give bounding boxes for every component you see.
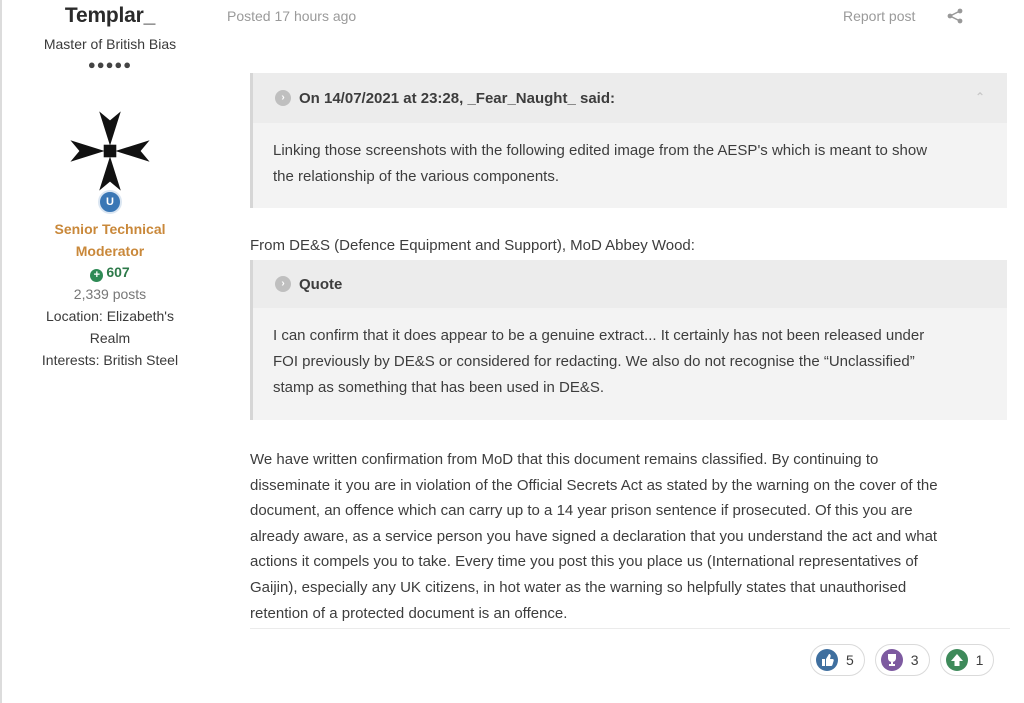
reactions-bar: 5 3 1 bbox=[810, 644, 995, 676]
quote-block-2: › Quote I can confirm that it does appea… bbox=[250, 260, 1007, 420]
quote-line: Linking those screenshots with the follo… bbox=[273, 142, 928, 159]
post-line: retention of a protected document is an … bbox=[250, 604, 568, 622]
intro-text: From DE&S (Defence Equipment and Support… bbox=[250, 237, 695, 254]
location-line1: Location: Elizabeth's bbox=[46, 308, 174, 324]
reaction-trophy[interactable]: 3 bbox=[874, 644, 930, 676]
post-line: Gaijin), especially any UK citizens, in … bbox=[250, 578, 907, 596]
member-group-line1: Senior Technical bbox=[54, 221, 166, 237]
post-timestamp[interactable]: Posted 17 hours ago bbox=[227, 8, 356, 24]
trophy-icon bbox=[880, 649, 903, 671]
quote-body: I can confirm that it does appear to be … bbox=[253, 308, 1007, 401]
author-panel: Templar_ Master of British Bias ●●●●● U … bbox=[20, 0, 200, 371]
quote-citation: Quote bbox=[299, 275, 343, 293]
like-icon bbox=[816, 649, 838, 671]
quote-header[interactable]: › On 14/07/2021 at 23:28, _Fear_Naught_ … bbox=[253, 73, 1007, 123]
post-line: already aware, as a service person you h… bbox=[250, 527, 938, 545]
quote-line: I can confirm that it does appear to be … bbox=[273, 327, 925, 344]
forum-post: Templar_ Master of British Bias ●●●●● U … bbox=[0, 0, 1024, 703]
member-group-line2: Moderator bbox=[75, 243, 145, 259]
post-count: 2,339 posts bbox=[73, 286, 147, 302]
post-line: disseminate it you are in violation of t… bbox=[250, 476, 938, 494]
rank-pips: ●●●●● bbox=[87, 57, 133, 72]
share-icon[interactable] bbox=[946, 8, 964, 24]
avatar[interactable] bbox=[65, 106, 155, 196]
quote-citation: On 14/07/2021 at 23:28, _Fear_Naught_ sa… bbox=[299, 89, 615, 107]
reaction-count: 1 bbox=[975, 652, 984, 668]
quote-block-1: › On 14/07/2021 at 23:28, _Fear_Naught_ … bbox=[250, 73, 1007, 208]
plus-icon: + bbox=[90, 269, 104, 282]
post-line: We have written confirmation from MoD th… bbox=[250, 451, 879, 468]
collapse-icon[interactable]: ⌃ bbox=[975, 90, 985, 104]
user-badge-icon: U bbox=[98, 190, 122, 214]
quote-header[interactable]: › Quote bbox=[253, 260, 1007, 308]
reaction-count: 3 bbox=[910, 652, 919, 668]
upvote-icon bbox=[945, 649, 968, 671]
quote-line: FOI previously by DE&S or considered for… bbox=[273, 353, 915, 370]
reputation-count: 607 bbox=[106, 264, 130, 280]
report-post-link[interactable]: Report post bbox=[843, 8, 915, 24]
member-group: Senior Technical Moderator bbox=[20, 218, 200, 262]
post-line: actions it compels you to take. Every ti… bbox=[250, 553, 918, 571]
divider bbox=[250, 628, 1010, 629]
quote-line: the relationship of the various componen… bbox=[273, 168, 560, 185]
quote-toggle-icon[interactable]: › bbox=[275, 276, 291, 292]
reaction-upvote[interactable]: 1 bbox=[939, 644, 995, 676]
post-body: We have written confirmation from MoD th… bbox=[250, 447, 1010, 626]
post-line: document, an offence which can carry up … bbox=[250, 502, 913, 520]
author-name[interactable]: Templar_ bbox=[20, 4, 200, 28]
author-location: Location: Elizabeth's Realm bbox=[20, 305, 200, 349]
reaction-like[interactable]: 5 bbox=[810, 644, 865, 676]
reputation[interactable]: +607 bbox=[20, 262, 200, 283]
location-line2: Realm bbox=[89, 330, 131, 346]
author-title: Master of British Bias bbox=[43, 36, 177, 52]
reaction-count: 5 bbox=[846, 652, 854, 668]
quote-line: stamp as something that has been used in… bbox=[273, 379, 605, 396]
quote-toggle-icon[interactable]: › bbox=[275, 90, 291, 106]
quote-body: Linking those screenshots with the follo… bbox=[253, 123, 1007, 190]
author-interests: Interests: British Steel bbox=[41, 352, 179, 368]
